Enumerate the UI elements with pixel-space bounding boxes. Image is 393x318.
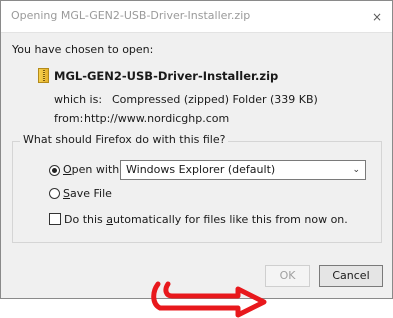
- red-arrow-annotation: [151, 281, 267, 318]
- dialog-content: You have chosen to open: MGL-GEN2-USB-Dr…: [2, 33, 391, 318]
- chosen-heading: You have chosen to open:: [12, 43, 154, 56]
- cancel-button[interactable]: Cancel: [319, 265, 383, 287]
- close-icon[interactable]: ×: [362, 1, 392, 32]
- save-file-radio[interactable]: [49, 188, 60, 199]
- open-with-app-value: Windows Explorer (default): [126, 163, 276, 176]
- window-title: Opening MGL-GEN2-USB-Driver-Installer.zi…: [11, 9, 251, 22]
- which-is-label: which is:: [54, 93, 103, 106]
- chevron-down-icon: ⌄: [352, 165, 360, 175]
- from-label: from:: [54, 112, 84, 125]
- auto-action-label[interactable]: Do this automatically for files like thi…: [64, 213, 348, 226]
- download-dialog: Opening MGL-GEN2-USB-Driver-Installer.zi…: [0, 0, 393, 318]
- open-with-radio[interactable]: [49, 165, 60, 176]
- auto-action-checkbox[interactable]: [49, 213, 61, 225]
- open-with-label[interactable]: Open with: [63, 163, 119, 176]
- file-name: MGL-GEN2-USB-Driver-Installer.zip: [54, 69, 279, 83]
- title-bar[interactable]: Opening MGL-GEN2-USB-Driver-Installer.zi…: [1, 1, 392, 33]
- ok-button[interactable]: OK: [265, 265, 310, 287]
- zip-archive-icon: [38, 68, 49, 83]
- file-type-value: Compressed (zipped) Folder (339 KB): [112, 93, 318, 106]
- save-file-label[interactable]: Save File: [63, 187, 112, 200]
- open-with-app-select[interactable]: Windows Explorer (default) ⌄: [120, 160, 366, 180]
- action-group-legend: What should Firefox do with this file?: [20, 133, 229, 146]
- source-url-value: http://www.nordicghp.com: [84, 112, 230, 125]
